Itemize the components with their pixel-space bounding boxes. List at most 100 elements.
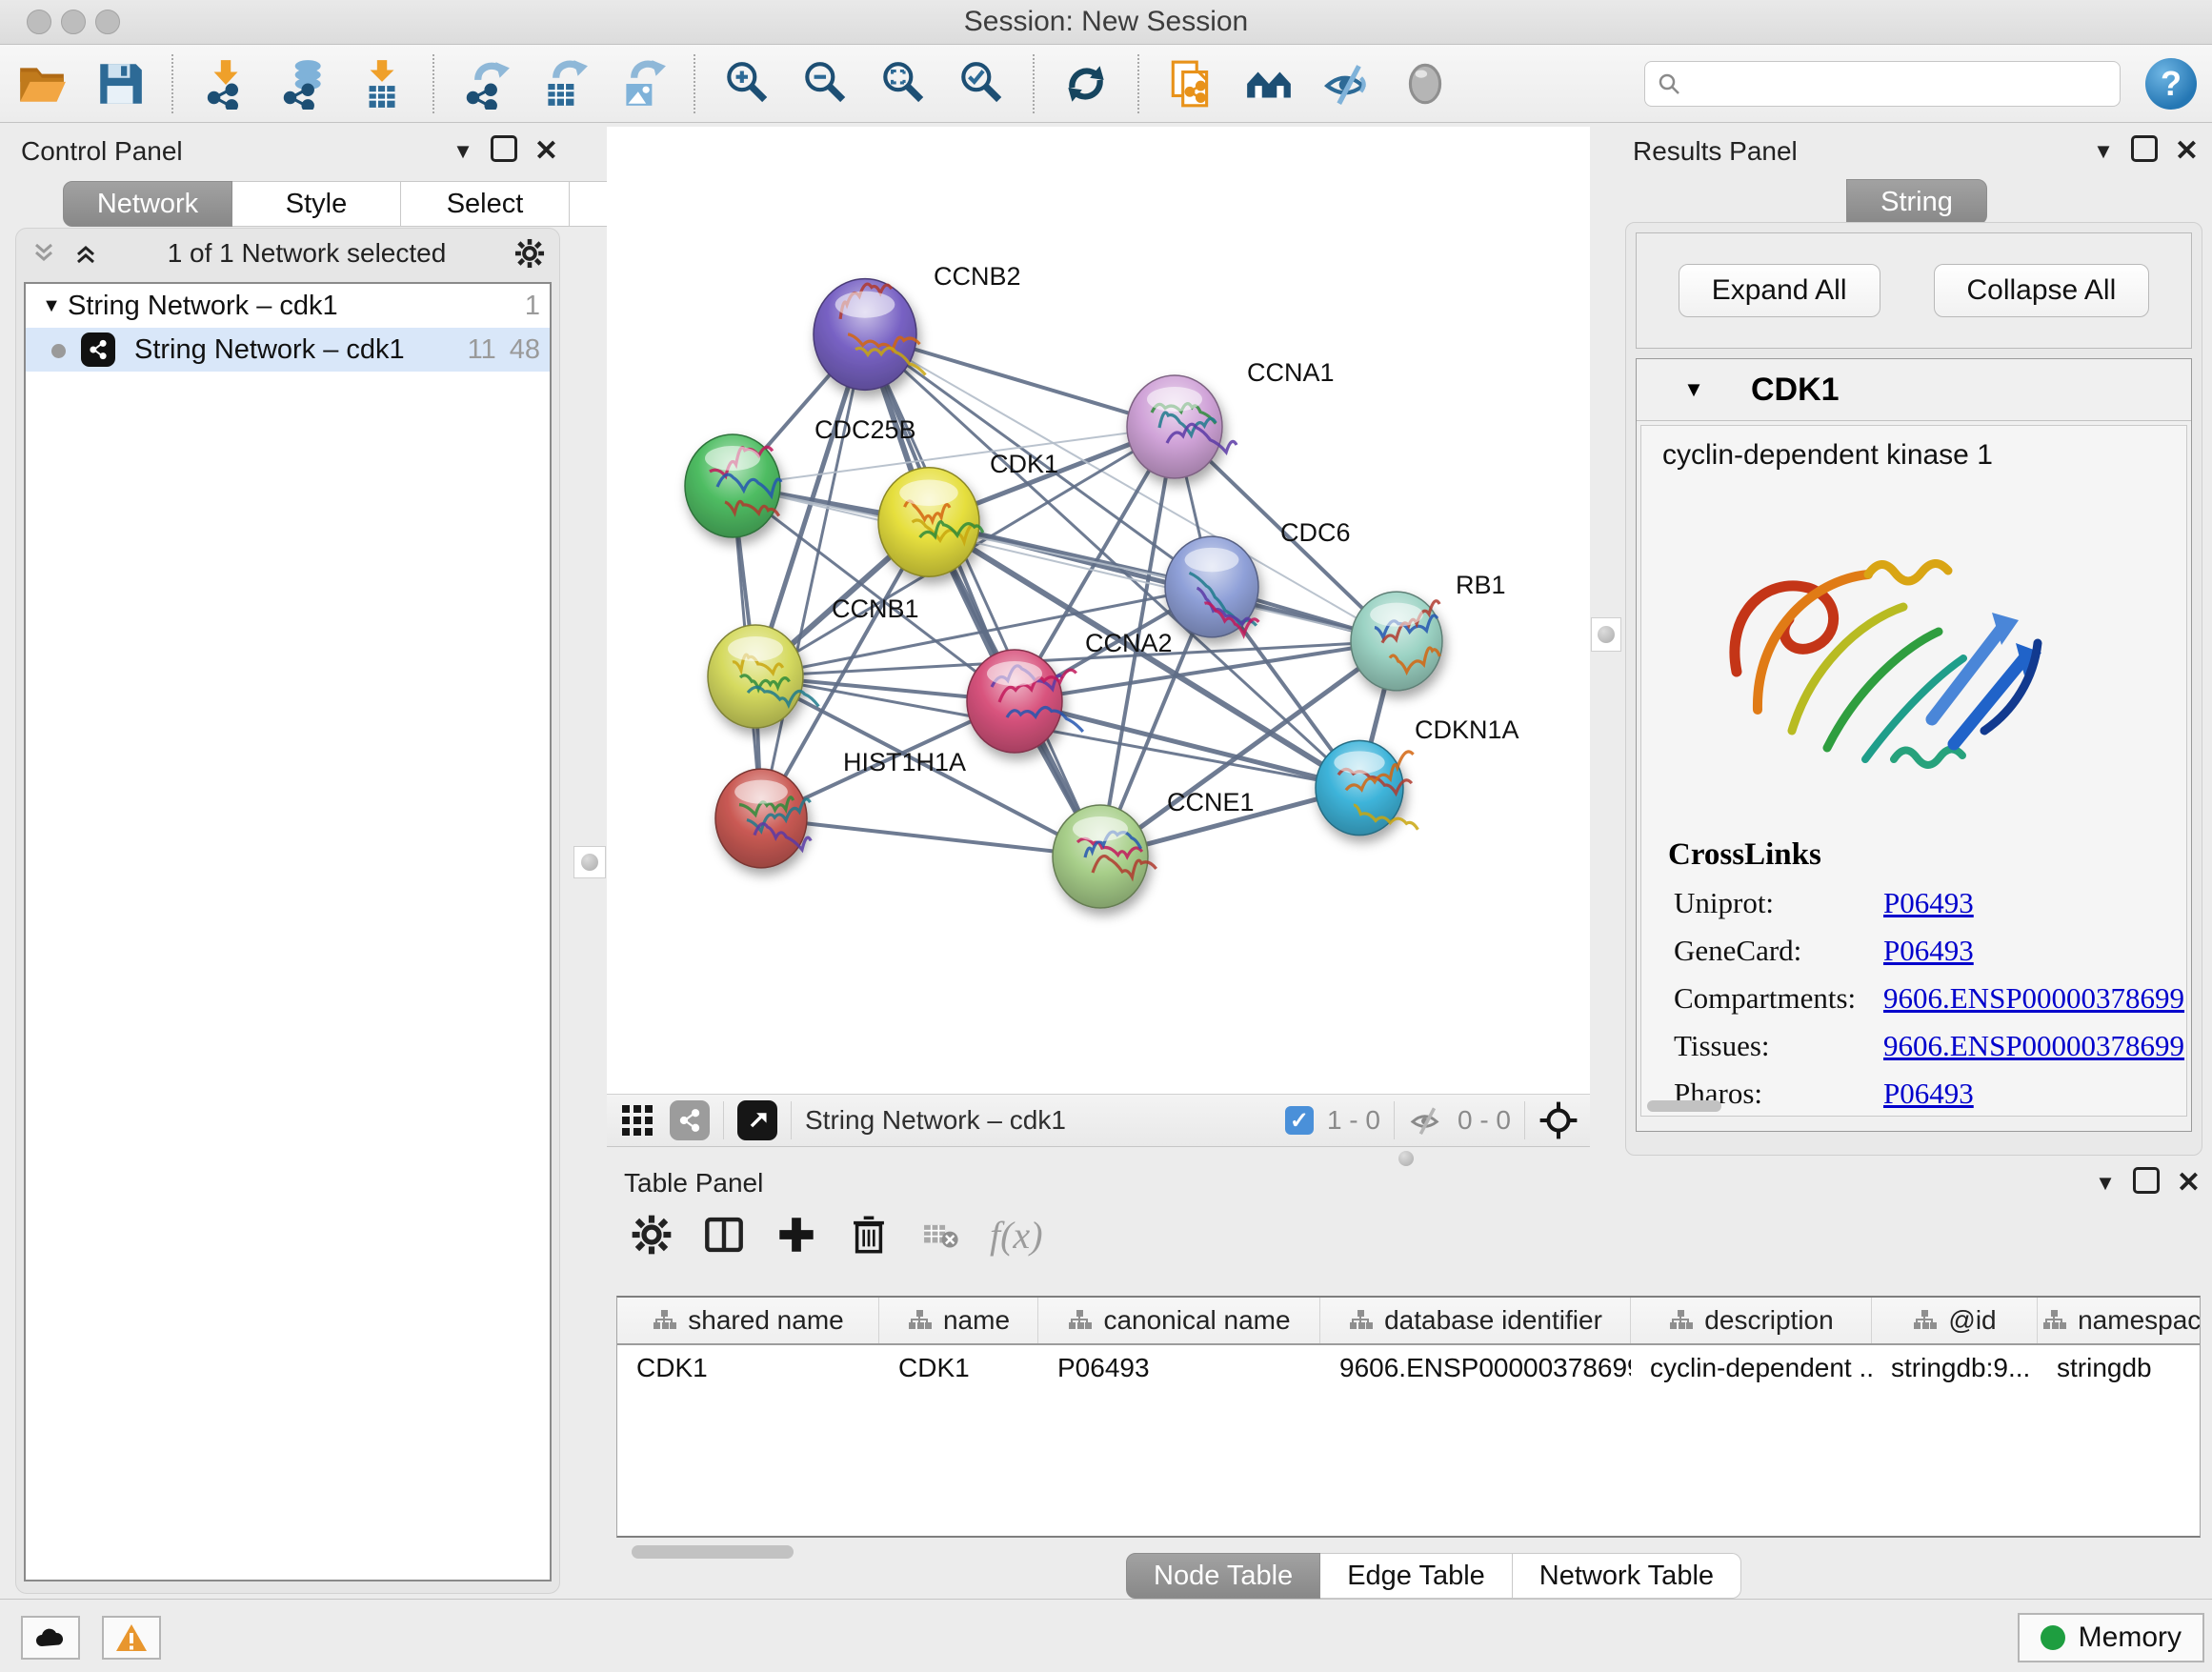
cloud-button[interactable] xyxy=(21,1616,80,1660)
close-panel-icon[interactable]: ✕ xyxy=(2177,1166,2201,1199)
hide-selected-icon[interactable] xyxy=(1320,57,1374,111)
close-window-button[interactable] xyxy=(27,10,51,34)
network-node-CCNA1[interactable]: CCNA1 xyxy=(1127,358,1335,478)
right-splitter-handle[interactable] xyxy=(1591,617,1621,652)
table-horizontal-scrollbar[interactable] xyxy=(632,1545,794,1559)
memory-button[interactable]: Memory xyxy=(2018,1613,2204,1662)
crosslink-link[interactable]: P06493 xyxy=(1883,1077,1974,1111)
first-neighbors-icon[interactable] xyxy=(1242,57,1296,111)
network-collection-row[interactable]: ▼ String Network – cdk1 1 xyxy=(26,284,550,328)
section-disclosure-icon[interactable]: ▼ xyxy=(1637,377,1751,402)
export-image-icon[interactable] xyxy=(615,57,669,111)
close-panel-icon[interactable]: ✕ xyxy=(2175,134,2199,168)
column-header-description[interactable]: description xyxy=(1631,1298,1872,1343)
zoom-in-icon[interactable] xyxy=(720,57,774,111)
clone-network-icon[interactable] xyxy=(1164,57,1217,111)
float-panel-icon[interactable] xyxy=(491,135,517,168)
disclosure-triangle-icon[interactable]: ▼ xyxy=(35,295,68,317)
tab-network-table[interactable]: Network Table xyxy=(1513,1553,1741,1599)
zoom-fit-content-icon[interactable] xyxy=(876,57,930,111)
birds-eye-view-icon[interactable] xyxy=(737,1100,777,1140)
tab-select[interactable]: Select xyxy=(401,181,570,227)
column-header-canonical-name[interactable]: canonical name xyxy=(1038,1298,1320,1343)
table-cell[interactable]: stringdb xyxy=(2038,1345,2201,1391)
tab-network[interactable]: Network xyxy=(63,181,232,227)
tab-edge-table[interactable]: Edge Table xyxy=(1320,1553,1513,1599)
collapse-panel-icon[interactable]: ▼ xyxy=(2095,1171,2116,1196)
tab-node-table[interactable]: Node Table xyxy=(1126,1553,1320,1599)
search-input[interactable] xyxy=(1689,68,2108,99)
network-node-CCNE1[interactable]: CCNE1 xyxy=(1053,788,1255,908)
warnings-button[interactable] xyxy=(102,1616,161,1660)
import-table-from-file-icon[interactable] xyxy=(354,57,408,111)
float-panel-icon[interactable] xyxy=(2131,135,2158,168)
crosslink-link[interactable]: P06493 xyxy=(1883,934,1974,968)
selected-nodes-checkbox[interactable]: ✓ xyxy=(1285,1106,1314,1135)
minimize-window-button[interactable] xyxy=(61,10,86,34)
network-edge-hist1h1a-ccne1[interactable] xyxy=(761,818,1100,856)
grid-view-icon[interactable] xyxy=(618,1101,656,1139)
column-header-@id[interactable]: @id xyxy=(1872,1298,2038,1343)
export-table-icon[interactable] xyxy=(537,57,591,111)
tab-style[interactable]: Style xyxy=(232,181,401,227)
tab-string[interactable]: String xyxy=(1846,179,1987,225)
help-button[interactable]: ? xyxy=(2145,58,2197,110)
open-session-icon[interactable] xyxy=(15,57,69,111)
crosslink-link[interactable]: 9606.ENSP00000378699 xyxy=(1883,981,2184,1016)
hidden-eye-icon[interactable] xyxy=(1408,1104,1444,1137)
search-field[interactable] xyxy=(1644,61,2121,107)
update-network-icon[interactable] xyxy=(1059,57,1113,111)
network-node-HIST1H1A[interactable]: HIST1H1A xyxy=(715,748,966,868)
network-share-icon[interactable] xyxy=(670,1100,710,1140)
table-cell[interactable]: stringdb:9... xyxy=(1872,1345,2038,1391)
table-cell[interactable]: P06493 xyxy=(1038,1345,1320,1391)
results-horizontal-scrollbar[interactable] xyxy=(1647,1100,1721,1112)
fit-selected-crosshair-icon[interactable] xyxy=(1538,1100,1579,1140)
table-cell[interactable]: CDK1 xyxy=(879,1345,1038,1391)
table-cell[interactable]: 9606.ENSP00000378699 xyxy=(1320,1345,1631,1391)
apply-function-icon[interactable]: f(x) xyxy=(990,1213,1043,1258)
show-all-icon[interactable] xyxy=(1398,57,1452,111)
column-header-shared-name[interactable]: shared name xyxy=(617,1298,879,1343)
table-row[interactable]: CDK1CDK1P064939606.ENSP00000378699cyclin… xyxy=(617,1345,2200,1391)
collapse-all-icon[interactable] xyxy=(30,239,58,268)
table-cell[interactable]: cyclin-dependent ... xyxy=(1631,1345,1872,1391)
add-column-icon[interactable] xyxy=(774,1213,818,1257)
table-panel-title: Table Panel xyxy=(624,1168,2078,1199)
zoom-out-icon[interactable] xyxy=(798,57,852,111)
expand-all-icon[interactable] xyxy=(71,239,100,268)
title-bar: Session: New Session xyxy=(0,0,2212,45)
expand-all-button[interactable]: Expand All xyxy=(1679,264,1880,317)
export-network-icon[interactable] xyxy=(459,57,513,111)
network-edge-ccna2-cdkn1a[interactable] xyxy=(1015,701,1359,788)
import-network-from-database-icon[interactable] xyxy=(276,57,330,111)
network-row[interactable]: String Network – cdk1 11 48 xyxy=(26,328,550,372)
collapse-panel-icon[interactable]: ▼ xyxy=(2093,139,2114,164)
crosslink-label: Tissues: xyxy=(1674,1029,1883,1063)
column-header-database-identifier[interactable]: database identifier xyxy=(1320,1298,1631,1343)
close-panel-icon[interactable]: ✕ xyxy=(534,134,558,168)
float-panel-icon[interactable] xyxy=(2133,1167,2160,1199)
collapse-all-button[interactable]: Collapse All xyxy=(1934,264,2150,317)
toolbar-separator xyxy=(694,54,695,113)
zoom-window-button[interactable] xyxy=(95,10,120,34)
crosslink-link[interactable]: 9606.ENSP00000378699 xyxy=(1883,1029,2184,1063)
save-session-icon[interactable] xyxy=(93,57,147,111)
network-selected-status: 1 of 1 Network selected xyxy=(100,238,513,269)
left-splitter-handle[interactable] xyxy=(573,846,606,878)
import-network-from-file-icon[interactable] xyxy=(198,57,251,111)
column-header-namespace[interactable]: namespace xyxy=(2038,1298,2201,1343)
zoom-selected-icon[interactable] xyxy=(955,57,1008,111)
network-node-RB1[interactable]: RB1 xyxy=(1351,571,1506,691)
network-canvas[interactable]: CCNB2CCNA1CDC25BCDK1CDC6RB1CCNB1CCNA2CDK… xyxy=(607,127,1590,1094)
show-columns-icon[interactable] xyxy=(702,1213,746,1257)
column-header-name[interactable]: name xyxy=(879,1298,1038,1343)
delete-table-icon[interactable] xyxy=(919,1214,961,1256)
network-node-CDKN1A[interactable]: CDKN1A xyxy=(1316,715,1519,836)
crosslink-link[interactable]: P06493 xyxy=(1883,886,1974,920)
collapse-panel-icon[interactable]: ▼ xyxy=(452,139,473,164)
table-cell[interactable]: CDK1 xyxy=(617,1345,879,1391)
table-gear-icon[interactable] xyxy=(630,1213,674,1257)
delete-column-icon[interactable] xyxy=(847,1213,891,1257)
gear-icon[interactable] xyxy=(513,237,546,270)
